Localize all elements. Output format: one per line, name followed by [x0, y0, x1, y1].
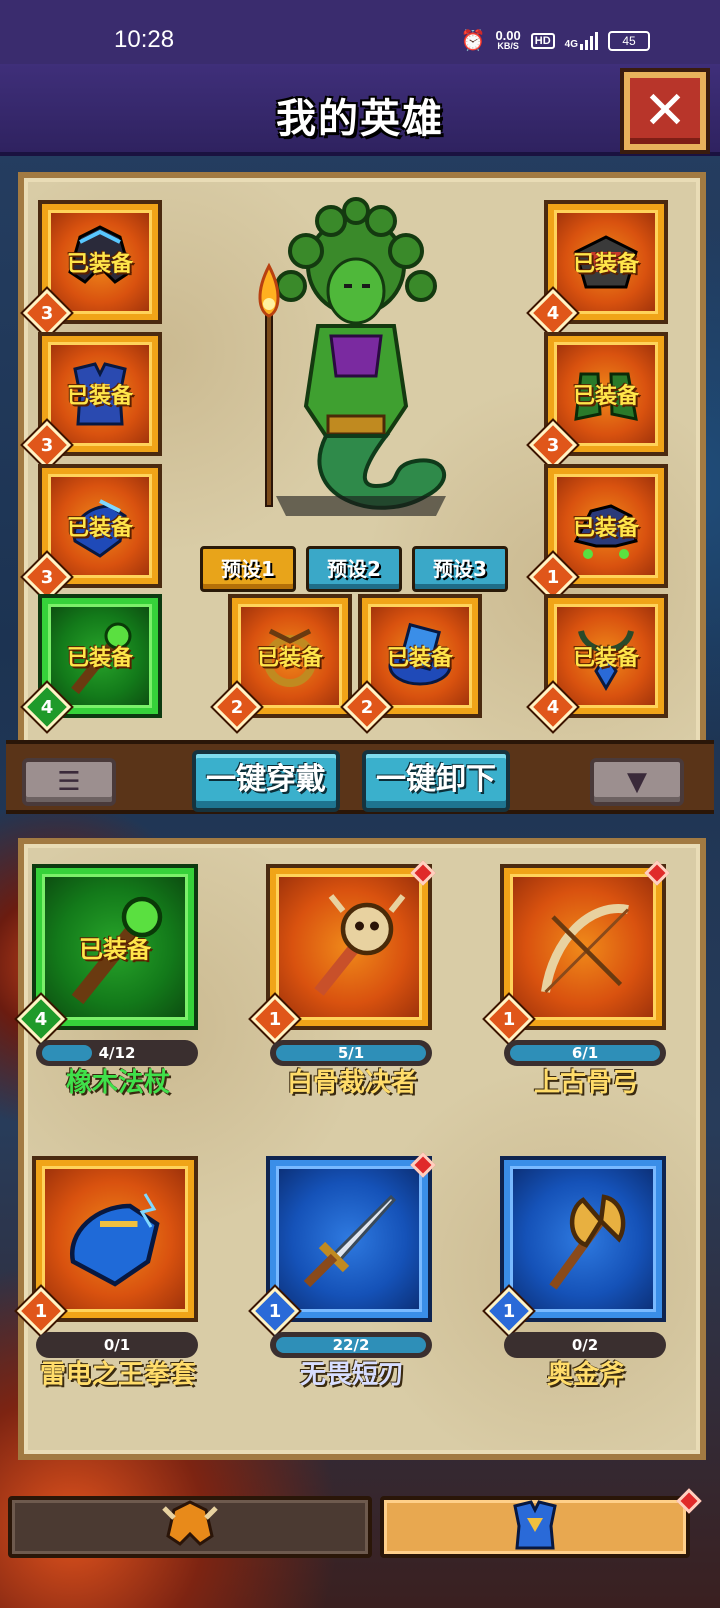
preset-tab-3[interactable]: 预设3	[412, 546, 508, 592]
net-speed: 0.00 KB/S	[495, 27, 521, 52]
progress-label: 4/12	[98, 1044, 136, 1062]
item-name: 雷电之王拳套	[39, 1360, 196, 1390]
equip-slot-shoulder[interactable]: 已装备 4	[528, 204, 664, 338]
signal-label: 4G	[564, 38, 578, 50]
inventory-item[interactable]: 1 6/1 上古骨弓	[484, 860, 686, 1148]
filter-button[interactable]: ▼	[590, 758, 684, 806]
item-name: 白骨裁决者	[286, 1068, 417, 1098]
equipped-label: 已装备	[66, 384, 133, 409]
inventory-item[interactable]: 已装备 4 4/12 橡木法杖	[16, 868, 218, 1148]
item-slot[interactable]: 已装备 4	[16, 868, 194, 1044]
gauntlet-icon	[54, 1178, 176, 1300]
inventory-item[interactable]: 1 0/1 雷电之王拳套	[16, 1160, 218, 1440]
equip-slot-book[interactable]: 已装备 2	[342, 598, 478, 732]
item-slot[interactable]: 1	[250, 1152, 436, 1336]
page-title: 我的英雄	[276, 96, 444, 142]
inventory-item[interactable]: 1 0/2 奥金斧	[484, 1160, 686, 1440]
alarm-icon: ⏰	[460, 30, 486, 52]
preset-tab-1[interactable]: 预设1	[200, 546, 296, 592]
hd-icon: HD	[530, 32, 555, 49]
unequip-all-button[interactable]: 一键卸下	[362, 750, 510, 812]
signal-icon: 4G	[564, 31, 598, 50]
inventory-item[interactable]: 1 5/1 白骨裁决者	[250, 860, 452, 1148]
item-name: 上古骨弓	[533, 1068, 638, 1098]
status-bar: 10:28 ⏰ 0.00 KB/S HD 4G 45	[0, 0, 720, 64]
hero-tab[interactable]	[8, 1496, 372, 1558]
equip-slot-weapon[interactable]: 已装备 4	[22, 598, 158, 732]
filter-icon: ▼	[627, 767, 647, 797]
equipped-label: 已装备	[66, 646, 133, 671]
status-icons: ⏰ 0.00 KB/S HD 4G 45	[461, 28, 650, 53]
shard-progress: 4/12	[36, 1040, 198, 1066]
equip-slot-helmet[interactable]: 已装备 3	[22, 204, 158, 338]
item-name: 奥金斧	[546, 1360, 625, 1390]
progress-label: 5/1	[337, 1044, 365, 1062]
equip-slot-boots[interactable]: 已装备 3	[528, 336, 664, 470]
bow-icon	[522, 886, 644, 1008]
bottom-nav	[0, 1488, 720, 1608]
equip-slot-gauntlet[interactable]: 已装备 3	[22, 468, 158, 602]
shard-progress: 22/2	[270, 1332, 432, 1358]
item-slot[interactable]: 1	[250, 860, 436, 1044]
equipment-tab[interactable]	[380, 1488, 702, 1558]
equip-slot-ring[interactable]: 已装备 2	[212, 598, 348, 732]
status-time: 10:28	[114, 26, 175, 53]
new-alert-badge	[676, 1488, 702, 1514]
equip-all-button[interactable]: 一键穿戴	[192, 750, 340, 812]
inventory-item[interactable]: 1 22/2 无畏短刃	[250, 1152, 452, 1440]
list-button[interactable]: ☰	[22, 758, 116, 806]
action-toolbar: ☰ 一键穿戴 一键卸下 ▼	[6, 740, 714, 814]
equip-slot-mount[interactable]: 已装备 1	[528, 468, 664, 602]
dagger-icon	[288, 1178, 410, 1300]
equipped-label: 已装备	[79, 935, 151, 964]
equipped-label: 已装备	[572, 646, 639, 671]
axe-icon	[522, 1178, 644, 1300]
progress-label: 22/2	[332, 1336, 370, 1354]
equipped-label: 已装备	[66, 516, 133, 541]
progress-label: 0/1	[103, 1336, 131, 1354]
list-icon: ☰	[57, 767, 81, 797]
close-button[interactable]: ✕	[624, 72, 706, 150]
shard-progress: 5/1	[270, 1040, 432, 1066]
item-slot[interactable]: 1	[16, 1160, 194, 1336]
progress-label: 6/1	[571, 1044, 599, 1062]
shard-progress: 0/1	[36, 1332, 198, 1358]
item-slot[interactable]: 1	[484, 860, 670, 1044]
shard-progress: 6/1	[504, 1040, 666, 1066]
item-name: 无畏短刃	[299, 1360, 404, 1390]
shard-progress: 0/2	[504, 1332, 666, 1358]
item-slot[interactable]: 1	[484, 1160, 662, 1336]
equipped-label: 已装备	[66, 252, 133, 277]
battery-icon: 45	[608, 30, 650, 51]
equipped-label: 已装备	[572, 252, 639, 277]
net-speed-unit: KB/S	[497, 40, 519, 51]
equip-slot-amulet[interactable]: 已装备 4	[528, 598, 664, 732]
armor-icon	[505, 1496, 565, 1558]
equipped-label: 已装备	[572, 384, 639, 409]
equip-slot-armor[interactable]: 已装备 3	[22, 336, 158, 470]
equipped-label: 已装备	[572, 516, 639, 541]
progress-label: 0/2	[571, 1336, 599, 1354]
title-bar: 我的英雄	[0, 64, 720, 156]
skull-mace-icon	[288, 886, 410, 1008]
preset-tab-2[interactable]: 预设2	[306, 546, 402, 592]
hero-portrait	[236, 196, 476, 536]
close-icon: ✕	[643, 81, 687, 141]
net-speed-value: 0.00	[495, 27, 521, 43]
helmet-icon	[160, 1496, 220, 1558]
item-name: 橡木法杖	[65, 1068, 170, 1098]
equipped-label: 已装备	[256, 646, 323, 671]
equipped-label: 已装备	[386, 646, 453, 671]
